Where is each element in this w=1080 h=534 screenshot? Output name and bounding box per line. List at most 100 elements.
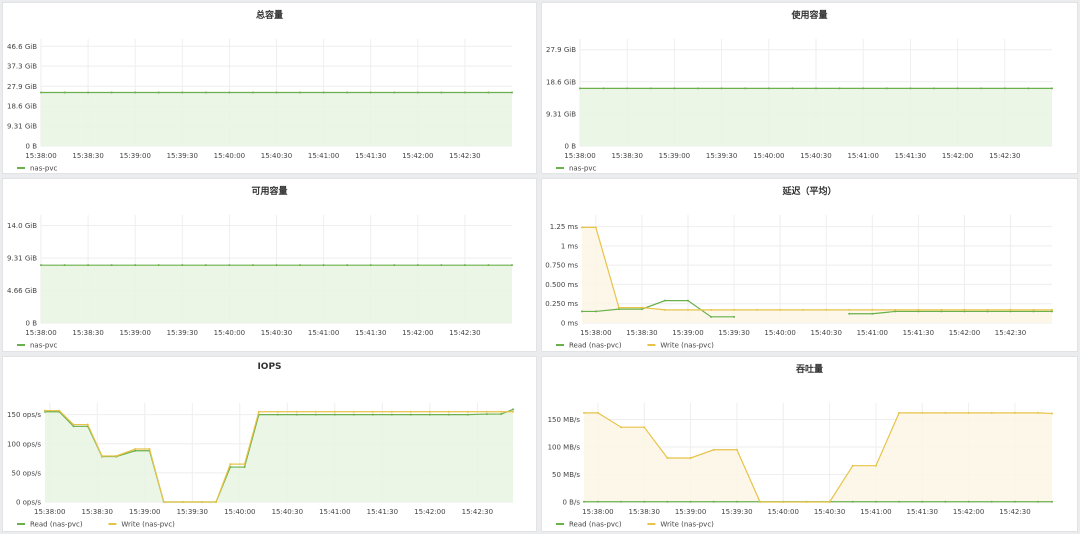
- data-point: [1051, 308, 1053, 311]
- x-tick-label: 15:40:00: [214, 152, 245, 160]
- x-tick-label: 15:39:00: [119, 152, 150, 160]
- data-point: [909, 87, 912, 90]
- x-tick-label: 15:41:30: [367, 508, 398, 516]
- data-point: [352, 410, 355, 413]
- data-point: [243, 463, 246, 466]
- data-point: [200, 501, 203, 503]
- legend-label: Write (nas-pvc): [121, 521, 175, 529]
- legend-label: Read (nas-pvc): [30, 521, 83, 529]
- data-point: [440, 264, 443, 267]
- series-area-read: [41, 265, 512, 323]
- panel-total-capacity: 总容量 0 B 9.31 GiB 18.6 GiB 27.9 GiB 37.3 GiB 4…: [2, 2, 537, 174]
- x-tick-label: 15:39:00: [119, 329, 150, 337]
- data-point: [1013, 500, 1016, 503]
- x-tick-label: 15:40:00: [214, 329, 245, 337]
- data-point: [626, 87, 629, 90]
- data-point: [874, 500, 877, 503]
- x-tick-label: 15:38:00: [25, 152, 56, 160]
- x-tick-label: 15:41:30: [355, 329, 386, 337]
- x-tick-label: 15:38:00: [34, 508, 65, 516]
- x-tick-label: 15:40:30: [272, 508, 303, 516]
- data-point: [921, 500, 924, 503]
- data-point: [956, 87, 959, 90]
- data-point: [299, 91, 302, 94]
- data-point: [583, 411, 585, 414]
- data-point: [1037, 500, 1040, 503]
- x-tick-label: 15:39:30: [167, 329, 198, 337]
- data-point: [243, 466, 246, 469]
- x-tick-label: 15:38:00: [564, 152, 595, 160]
- legend-label: Write (nas-pvc): [660, 342, 714, 350]
- data-point: [466, 413, 469, 416]
- data-point: [428, 410, 431, 413]
- x-tick-label: 15:42:00: [942, 152, 973, 160]
- x-tick-label: 15:38:00: [582, 508, 613, 516]
- data-point: [596, 500, 599, 503]
- data-point: [500, 413, 503, 416]
- data-point: [87, 264, 90, 267]
- x-tick-label: 15:42:00: [953, 508, 984, 516]
- legend-label: Read (nas-pvc): [569, 342, 622, 350]
- data-point: [815, 87, 817, 90]
- panel-latency: 延迟（平均） 0 ms 0.250 ms 0.500 ms 0.750 ms 1 ms 1…: [541, 178, 1078, 352]
- data-point: [157, 91, 160, 94]
- data-point: [87, 91, 90, 94]
- data-point: [63, 91, 66, 94]
- data-point: [944, 411, 947, 414]
- x-tick-label: 15:41:30: [907, 508, 938, 516]
- data-point: [1009, 308, 1012, 311]
- y-tick-label: 50 ops/s: [11, 469, 41, 477]
- legend-label: Read (nas-pvc): [569, 521, 622, 529]
- data-point: [371, 410, 374, 413]
- y-tick-label: 0 ops/s: [16, 499, 41, 507]
- data-point: [735, 500, 738, 503]
- data-point: [838, 87, 841, 90]
- data-point: [134, 448, 137, 451]
- data-point: [333, 410, 336, 413]
- data-point: [58, 409, 61, 412]
- data-point: [440, 91, 443, 94]
- x-tick-label: 15:40:30: [814, 508, 845, 516]
- data-point: [581, 310, 583, 313]
- data-point: [967, 411, 970, 414]
- data-point: [594, 310, 597, 313]
- throughput-chart: 0 B/s 50 MB/s 100 MB/s 150 MB/s 15:38:00 15:3…: [548, 403, 1053, 529]
- data-point: [967, 500, 970, 503]
- x-tick-label: 15:41:00: [319, 508, 350, 516]
- data-point: [894, 308, 897, 311]
- data-point: [485, 410, 488, 413]
- data-point: [980, 87, 983, 90]
- data-point: [369, 91, 372, 94]
- y-tick-label: 0 B: [565, 143, 577, 151]
- data-point: [511, 264, 513, 267]
- data-point: [663, 308, 666, 311]
- x-tick-label: 15:41:00: [847, 152, 878, 160]
- data-point: [602, 87, 605, 90]
- data-point: [275, 91, 278, 94]
- data-point: [862, 87, 865, 90]
- data-point: [944, 500, 947, 503]
- data-point: [689, 500, 692, 503]
- x-tick-label: 15:42:30: [462, 508, 493, 516]
- data-point: [759, 501, 762, 503]
- x-tick-label: 15:38:30: [72, 152, 103, 160]
- used-capacity-chart: 0 B 9.31 GiB 18.6 GiB 27.9 GiB 15:38:00 15:38…: [546, 39, 1053, 173]
- x-tick-label: 15:39:00: [675, 508, 706, 516]
- y-tick-label: 150 MB/s: [548, 416, 581, 424]
- y-tick-label: 0.500 ms: [545, 281, 578, 289]
- data-point: [134, 449, 137, 452]
- panel-iops: IOPS 0 ops/s 50 ops/s 100 ops/s 150 ops/s 15…: [2, 356, 537, 532]
- data-point: [1051, 500, 1053, 503]
- data-point: [322, 264, 325, 267]
- data-point: [204, 264, 207, 267]
- data-point: [663, 299, 666, 302]
- data-point: [712, 500, 715, 503]
- x-tick-label: 15:39:30: [706, 152, 737, 160]
- data-point: [157, 264, 160, 267]
- total-capacity-chart: 0 B 9.31 GiB 18.6 GiB 27.9 GiB 37.3 GiB 46.6 …: [7, 39, 513, 173]
- data-point: [463, 91, 466, 94]
- data-point: [322, 91, 325, 94]
- data-point: [744, 87, 747, 90]
- data-point: [1013, 411, 1016, 414]
- data-point: [393, 264, 396, 267]
